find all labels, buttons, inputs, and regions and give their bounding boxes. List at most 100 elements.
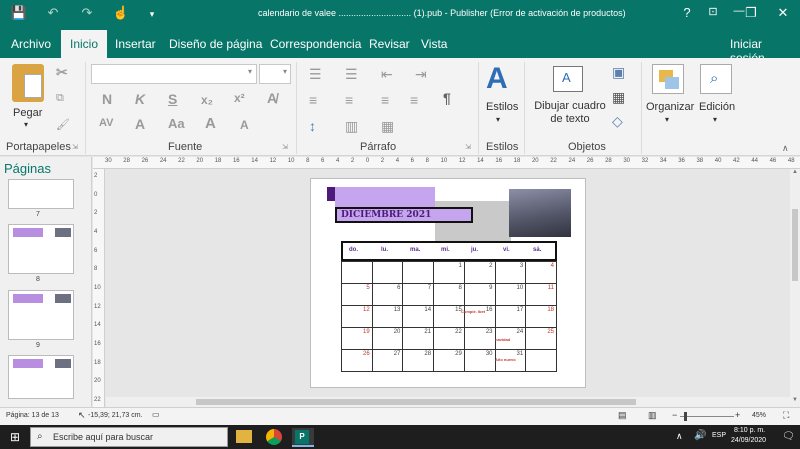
calendar-day-cell[interactable]: 15	[433, 305, 465, 328]
draw-textbox-button[interactable]: Dibujar cuadro de texto	[530, 100, 610, 126]
align-center-icon[interactable]: ≡	[345, 92, 353, 108]
paste-icon[interactable]	[12, 64, 44, 102]
calendar-day-cell[interactable]: 26	[341, 349, 373, 372]
calendar-day-cell[interactable]: 18	[525, 305, 557, 328]
publisher-taskbar-button[interactable]: P	[292, 428, 314, 447]
calendar-day-cell[interactable]: 28	[402, 349, 435, 372]
tab-inicio[interactable]: Inicio	[61, 30, 108, 58]
underline-button[interactable]: S	[168, 91, 177, 107]
zoom-level[interactable]: 45%	[752, 412, 766, 419]
calendar-day-cell[interactable]	[371, 261, 404, 284]
calendar-day-cell[interactable]: 8	[433, 283, 465, 306]
paste-dropdown-icon[interactable]: ▾	[24, 120, 28, 129]
language-indicator[interactable]: ESP	[712, 432, 726, 439]
page-thumbnail[interactable]	[8, 179, 74, 209]
styles-button[interactable]: Estilos	[486, 101, 518, 113]
align-left-icon[interactable]: ≡	[309, 92, 317, 108]
calendar-day-cell[interactable]: 14	[402, 305, 435, 328]
textbox-icon[interactable]: A	[553, 66, 583, 92]
vertical-ruler[interactable]: 2 0 2 4 6 8 10 12 14 16 18 20 22	[93, 169, 105, 409]
calendar-day-cell[interactable]: 10	[494, 283, 527, 306]
page-indicator[interactable]: Página: 13 de 13	[6, 412, 59, 419]
calendar-day-cell[interactable]: 21	[402, 327, 435, 350]
two-page-view-icon[interactable]: ▥	[648, 410, 657, 421]
page-thumbnail[interactable]	[8, 355, 74, 399]
page-thumbnail[interactable]	[8, 290, 74, 340]
zoom-in-button[interactable]: +	[735, 410, 740, 420]
page-thumbnail[interactable]	[8, 224, 74, 274]
cut-icon[interactable]: ✂	[56, 64, 68, 81]
shrink-font-button[interactable]: A	[240, 118, 249, 132]
align-right-icon[interactable]: ≡	[381, 92, 389, 108]
font-name-dropdown-icon[interactable]: ▾	[248, 67, 252, 76]
calendar-day-cell[interactable]: 20	[371, 327, 404, 350]
font-color-button[interactable]: A	[135, 116, 145, 132]
calendar-day-cell[interactable]: 13	[371, 305, 404, 328]
calendar-day-cell[interactable]: 2	[463, 261, 496, 284]
ribbon-display-icon[interactable]: ⊡	[704, 5, 722, 18]
change-case-button[interactable]: Aa	[168, 116, 185, 131]
italic-button[interactable]: K	[135, 91, 145, 107]
calendar-day-cell[interactable]: 1	[433, 261, 465, 284]
calendar-grid[interactable]: 1 2 3 4 5 6 7 8 9 10 11 12 13 14 15 16 17 18 19 20 21 22 23 24 2…	[341, 261, 557, 372]
redo-icon[interactable]: ↷	[78, 5, 96, 21]
font-name-input[interactable]	[91, 64, 257, 84]
calendar-day-cell[interactable]: 4	[525, 261, 557, 284]
paragraph-launcher-icon[interactable]: ⇲	[465, 143, 471, 151]
styles-dropdown-icon[interactable]: ▾	[496, 115, 500, 124]
single-page-view-icon[interactable]: ▤	[618, 410, 627, 421]
clock-time[interactable]: 8:10 p. m.	[734, 427, 765, 434]
numbering-icon[interactable]: ☰	[345, 66, 358, 83]
bold-button[interactable]: N	[102, 91, 112, 107]
picture-icon[interactable]: ▣	[612, 64, 625, 81]
calendar-day-cell[interactable]: 5	[341, 283, 373, 306]
touch-mode-icon[interactable]: ☝	[112, 5, 130, 21]
close-button[interactable]: ✕	[774, 5, 792, 21]
fit-page-icon[interactable]: ⛶	[783, 410, 789, 421]
edit-button[interactable]: Edición	[699, 101, 735, 113]
calendar-day-cell[interactable]	[525, 349, 557, 372]
copy-icon[interactable]: ⧉	[56, 92, 64, 105]
styles-icon[interactable]: A	[486, 62, 508, 96]
shapes-icon[interactable]: ◇	[612, 113, 623, 130]
customize-qat-icon[interactable]: ▾	[143, 9, 161, 20]
taskbar-search-input[interactable]: ⌕ Escribe aquí para buscar	[30, 427, 228, 447]
zoom-slider-thumb[interactable]	[684, 412, 687, 421]
collapse-ribbon-icon[interactable]: ∧	[782, 143, 789, 154]
paste-button[interactable]: Pegar	[13, 107, 42, 119]
calendar-day-cell[interactable]: 27	[371, 349, 404, 372]
tab-vista[interactable]: Vista	[421, 37, 447, 51]
character-spacing-button[interactable]: AV	[99, 117, 113, 129]
notifications-icon[interactable]: 🗨	[782, 431, 795, 442]
clear-format-icon[interactable]: A̸	[267, 90, 277, 106]
align-text-icon[interactable]: ▦	[381, 118, 394, 135]
calendar-day-cell[interactable]: 3	[494, 261, 527, 284]
publication-page[interactable]: DICIEMBRE 2021 do. lu. ma. mi. ju. vi. s…	[310, 178, 586, 388]
chrome-icon[interactable]	[266, 429, 282, 445]
weekday-header[interactable]: do. lu. ma. mi. ju. vi. sá.	[341, 241, 557, 261]
columns-icon[interactable]: ▥	[345, 118, 358, 135]
undo-icon[interactable]: ↶	[44, 5, 62, 21]
tab-revisar[interactable]: Revisar	[369, 37, 410, 51]
calendar-day-cell[interactable]: 22	[433, 327, 465, 350]
edit-dropdown-icon[interactable]: ▾	[713, 115, 717, 124]
format-painter-icon[interactable]: 🖌	[56, 118, 70, 131]
subscript-button[interactable]: x₂	[201, 93, 213, 107]
show-marks-icon[interactable]: ¶	[443, 90, 451, 106]
calendar-day-cell[interactable]: 30	[463, 349, 496, 372]
clock-date[interactable]: 24/09/2020	[731, 437, 766, 444]
file-explorer-icon[interactable]	[236, 430, 252, 443]
zoom-out-button[interactable]: −	[672, 410, 677, 420]
tab-correspondencia[interactable]: Correspondencia	[270, 37, 361, 51]
font-size-dropdown-icon[interactable]: ▾	[283, 67, 287, 76]
calendar-day-cell[interactable]: 23	[463, 327, 496, 350]
calendar-day-cell[interactable]: 19	[341, 327, 373, 350]
calendar-day-cell[interactable]: 12	[341, 305, 373, 328]
calendar-day-cell[interactable]: 25	[525, 327, 557, 350]
tab-archivo[interactable]: Archivo	[11, 37, 51, 51]
save-icon[interactable]: 💾	[10, 5, 28, 21]
horizontal-scrollbar[interactable]	[106, 397, 790, 407]
bullets-icon[interactable]: ☰	[309, 66, 322, 83]
organize-dropdown-icon[interactable]: ▾	[665, 115, 669, 124]
calendar-day-cell[interactable]	[402, 261, 435, 284]
